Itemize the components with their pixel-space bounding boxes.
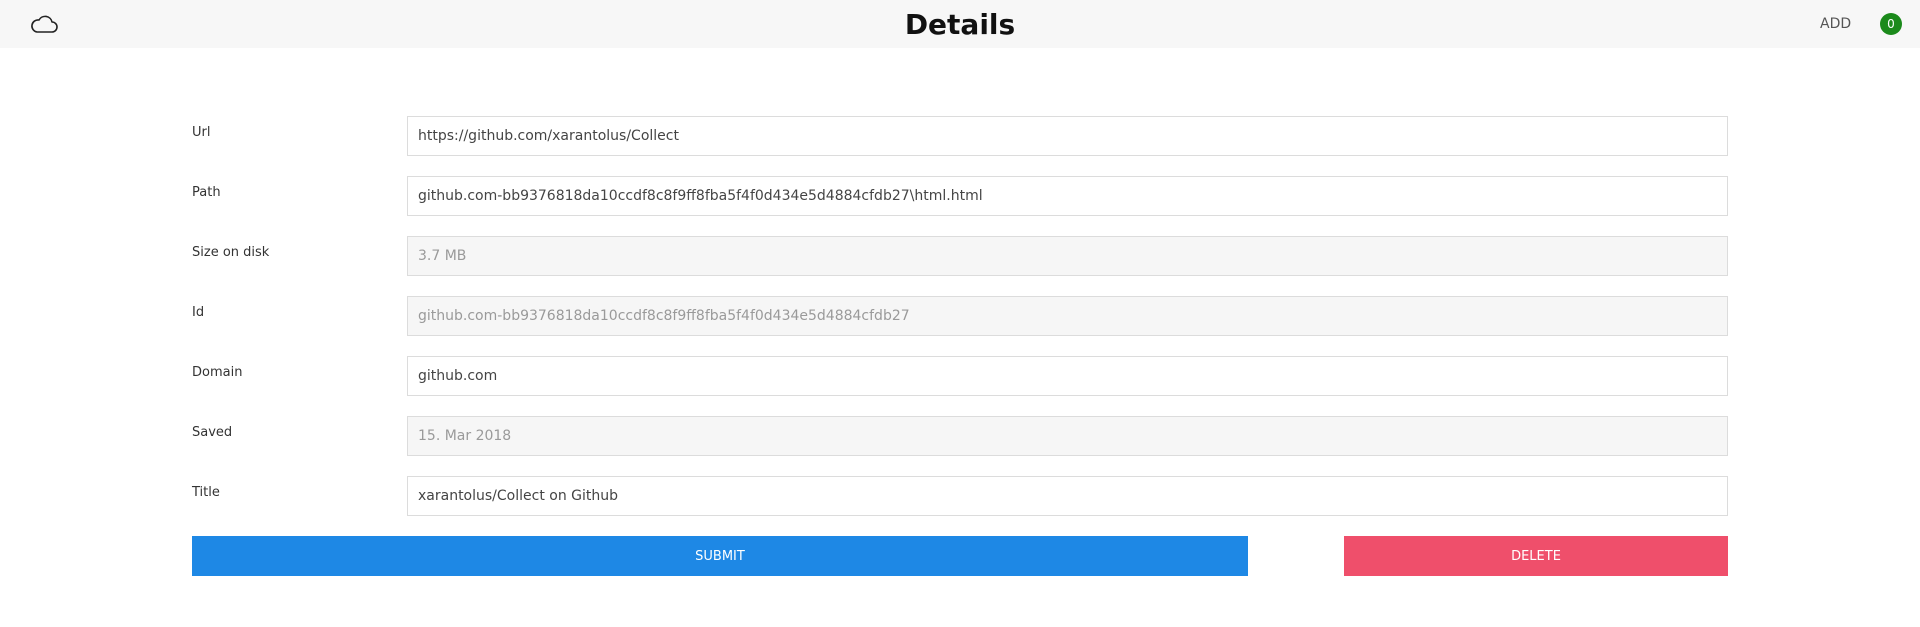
saved-label: Saved xyxy=(192,425,233,440)
size-on-disk-label: Size on disk xyxy=(192,245,270,260)
path-label: Path xyxy=(192,185,221,200)
saved-field xyxy=(407,416,1728,456)
field-row-path: Path xyxy=(192,176,1728,236)
title-label: Title xyxy=(192,485,220,500)
id-field xyxy=(407,296,1728,336)
size-on-disk-field xyxy=(407,236,1728,276)
add-link[interactable]: ADD xyxy=(1820,16,1851,32)
field-row-saved: Saved xyxy=(192,416,1728,476)
domain-input[interactable] xyxy=(407,356,1728,396)
details-form: Url Path Size on disk Id Domain Saved Ti… xyxy=(192,116,1728,536)
field-row-url: Url xyxy=(192,116,1728,176)
url-label: Url xyxy=(192,125,211,140)
path-input[interactable] xyxy=(407,176,1728,216)
title-input[interactable] xyxy=(407,476,1728,516)
domain-label: Domain xyxy=(192,365,243,380)
count-badge: 0 xyxy=(1880,13,1902,35)
field-row-id: Id xyxy=(192,296,1728,356)
delete-button[interactable]: DELETE xyxy=(1344,536,1728,576)
field-row-size: Size on disk xyxy=(192,236,1728,296)
field-row-title: Title xyxy=(192,476,1728,536)
form-actions: SUBMIT DELETE xyxy=(192,536,1728,576)
page-title: Details xyxy=(904,8,1016,41)
id-label: Id xyxy=(192,305,205,320)
field-row-domain: Domain xyxy=(192,356,1728,416)
url-input[interactable] xyxy=(407,116,1728,156)
submit-button[interactable]: SUBMIT xyxy=(192,536,1248,576)
top-bar: Details ADD 0 xyxy=(0,0,1920,48)
